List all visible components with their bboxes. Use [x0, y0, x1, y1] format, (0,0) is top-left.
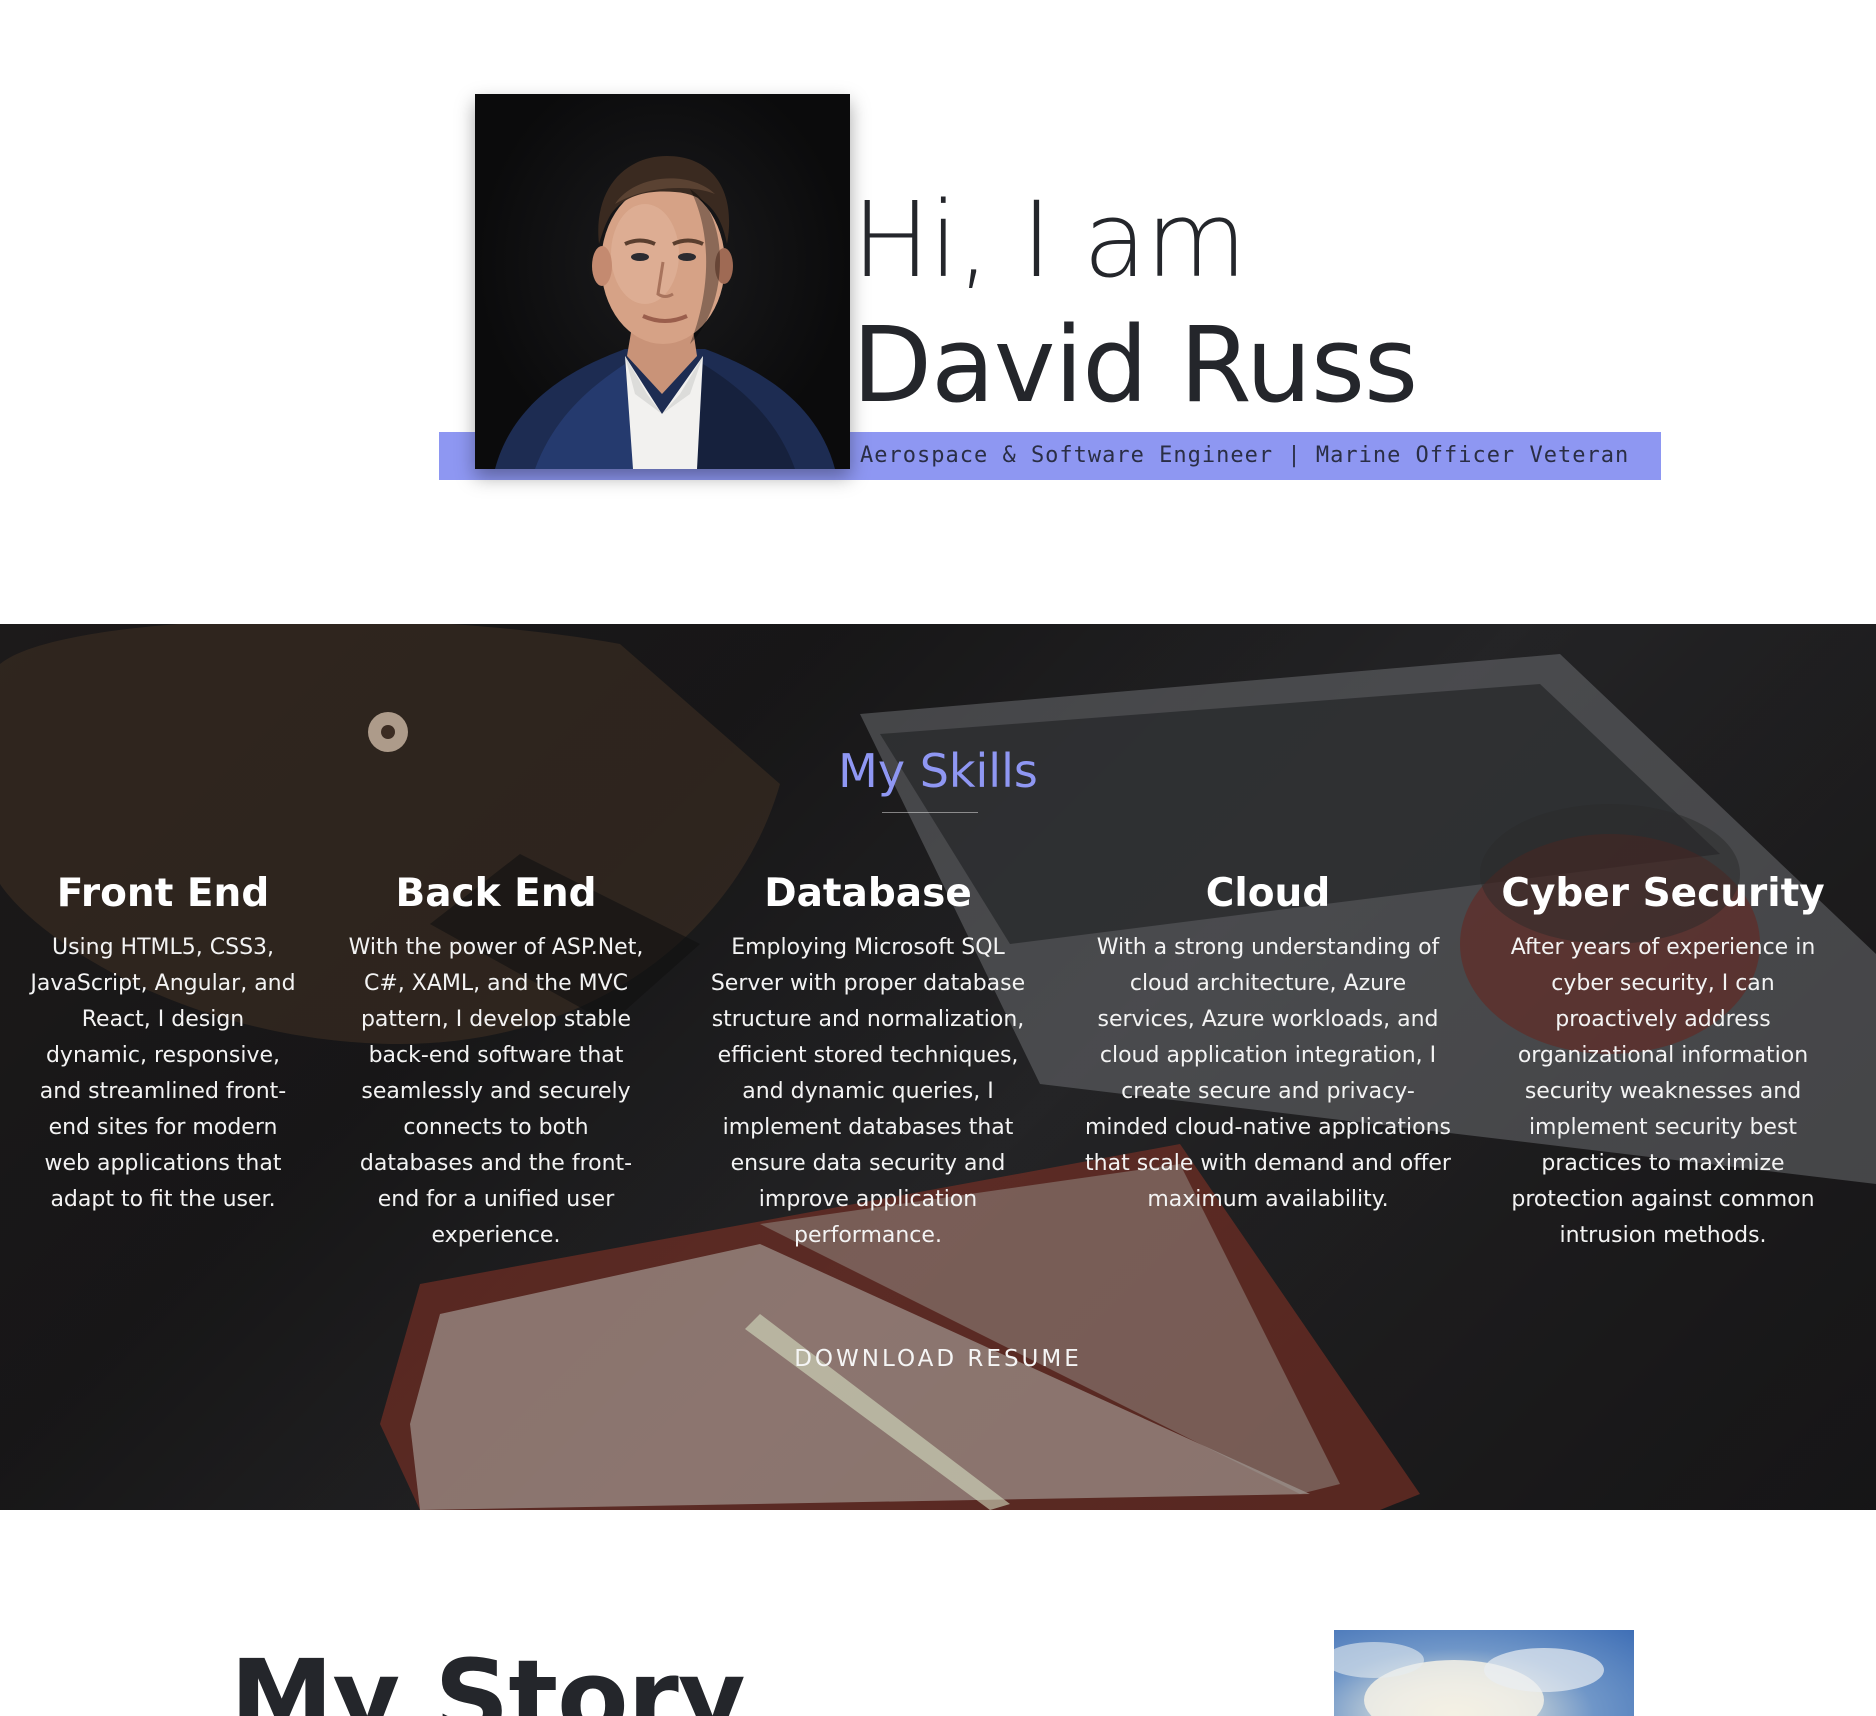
skill-title: Cloud	[1205, 871, 1331, 916]
skill-database: Database Employing Microsoft SQL Server …	[698, 864, 1038, 1254]
tagline-text: Aerospace & Software Engineer | Marine O…	[860, 443, 1630, 468]
skill-description: Employing Microsoft SQL Server with prop…	[710, 935, 1026, 1248]
skill-description: After years of experience in cyber secur…	[1510, 935, 1816, 1248]
story-title: My Story	[230, 1637, 746, 1716]
skill-title: Front End	[56, 871, 270, 916]
name-heading: David Russ	[852, 304, 1418, 426]
skill-title: Back End	[395, 871, 597, 916]
story-section: My Story	[0, 1510, 1876, 1716]
download-resume-button[interactable]: DOWNLOAD RESUME	[0, 1346, 1876, 1372]
skills-title-divider	[882, 812, 978, 813]
skill-description: With the power of ASP.Net, C#, XAML, and…	[348, 935, 644, 1248]
profile-photo	[475, 94, 850, 469]
skills-title: My Skills	[838, 744, 1038, 798]
skill-description: With a strong understanding of cloud arc…	[1085, 935, 1451, 1212]
skill-title: Database	[764, 871, 972, 916]
profile-photo-illustration	[495, 156, 835, 469]
skill-cloud: Cloud With a strong understanding of clo…	[1082, 864, 1454, 1218]
skills-section: My Skills Front End Using HTML5, CSS3, J…	[0, 624, 1876, 1510]
skill-front-end: Front End Using HTML5, CSS3, JavaScript,…	[28, 864, 298, 1218]
skill-description: Using HTML5, CSS3, JavaScript, Angular, …	[30, 935, 296, 1212]
skill-title: Cyber Security	[1501, 871, 1825, 916]
sky-illustration	[1334, 1642, 1604, 1716]
hero-section: Hi, I am David Russ Aerospace & Software…	[0, 0, 1876, 624]
skill-cyber-security: Cyber Security After years of experience…	[1490, 864, 1836, 1254]
greeting-heading: Hi, I am	[852, 179, 1247, 301]
story-sky-image	[1334, 1630, 1634, 1716]
skill-back-end: Back End With the power of ASP.Net, C#, …	[344, 864, 648, 1254]
